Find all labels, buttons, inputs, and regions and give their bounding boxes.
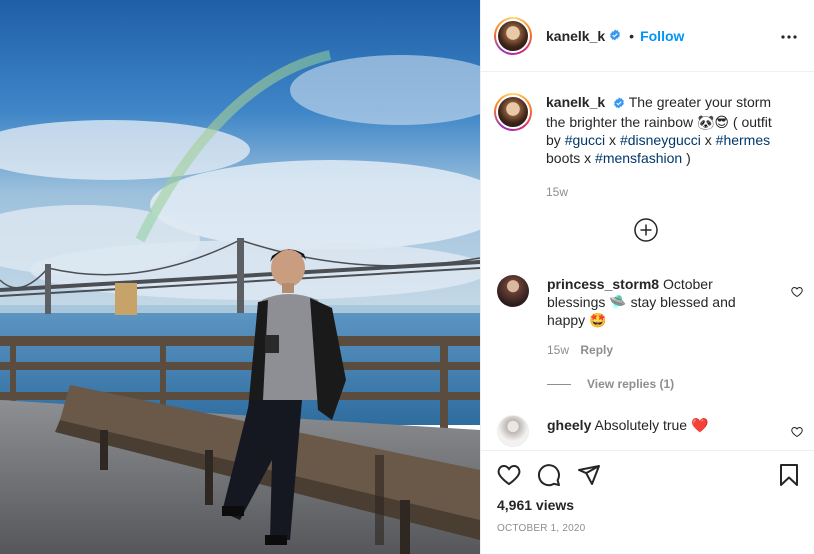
caption-part4: ) [686,150,691,166]
comment-emoji: ❤️ [690,417,709,433]
comment-text: princess_storm8 October blessings 🛸 stay… [547,275,747,359]
views-count[interactable]: 4,961 views [497,497,574,513]
post-date[interactable]: OCTOBER 1, 2020 [497,523,585,534]
commenter-avatar[interactable] [497,275,529,307]
more-options-icon[interactable] [781,26,797,42]
comment-bubble-icon[interactable] [537,463,561,490]
view-replies-line [547,383,571,385]
comment-timestamp[interactable]: 15w [547,343,569,357]
comment-text: gheely Absolutely true ❤️ [547,415,747,447]
comment-item: princess_storm8 October blessings 🛸 stay… [497,275,803,359]
caption-x1: x [609,132,617,148]
post-actions-bar: 4,961 views OCTOBER 1, 2020 [481,450,814,554]
view-replies-label: View replies (1) [587,377,675,391]
hashtag-disneygucci[interactable]: #disneygucci [620,132,701,148]
caption-username[interactable]: kanelk_k [546,94,605,110]
caption: kanelk_k The greater your storm the brig… [494,93,804,201]
reply-button[interactable]: Reply [580,343,613,357]
comment-meta: 15w Reply [547,341,747,359]
comment-item: gheely Absolutely true ❤️ [497,415,803,447]
comment-body: Absolutely true [594,417,688,433]
comments-section[interactable]: kanelk_k The greater your storm the brig… [481,73,814,450]
heart-icon[interactable] [497,463,521,490]
separator-dot: • [629,27,635,44]
caption-text: kanelk_k The greater your storm the brig… [546,93,786,201]
bookmark-icon[interactable] [777,463,801,490]
plus-circle-icon[interactable] [634,218,658,245]
comment-like-heart-icon[interactable] [791,285,803,301]
caption-emoji: 🐼😎 [696,114,730,130]
caption-part3: boots x [546,150,592,166]
comment-like-heart-icon[interactable] [791,425,803,441]
comment-emoji-2: 🤩 [589,312,607,328]
paper-plane-icon[interactable] [577,463,601,490]
post-header: kanelk_k • Follow [481,0,814,72]
commenter-username[interactable]: princess_storm8 [547,276,659,292]
commenter-avatar[interactable] [497,415,529,447]
verified-badge-icon [613,95,625,113]
post-photo[interactable] [0,0,480,554]
author-username[interactable]: kanelk_k [546,28,605,44]
hashtag-hermes[interactable]: #hermes [716,132,770,148]
author-avatar[interactable] [494,16,532,55]
commenter-username[interactable]: gheely [547,417,591,433]
follow-button[interactable]: Follow [640,28,684,44]
verified-badge-icon [609,28,621,44]
comment-emoji: 🛸 [609,294,627,310]
caption-timestamp[interactable]: 15w [546,183,786,201]
view-replies-button[interactable]: View replies (1) [547,377,674,391]
caption-avatar[interactable] [494,93,532,131]
post-side-panel: kanelk_k • Follow kanelk_k The greater y… [480,0,814,554]
hashtag-mensfashion[interactable]: #mensfashion [595,150,682,166]
caption-x2: x [704,132,712,148]
hashtag-gucci[interactable]: #gucci [565,132,605,148]
